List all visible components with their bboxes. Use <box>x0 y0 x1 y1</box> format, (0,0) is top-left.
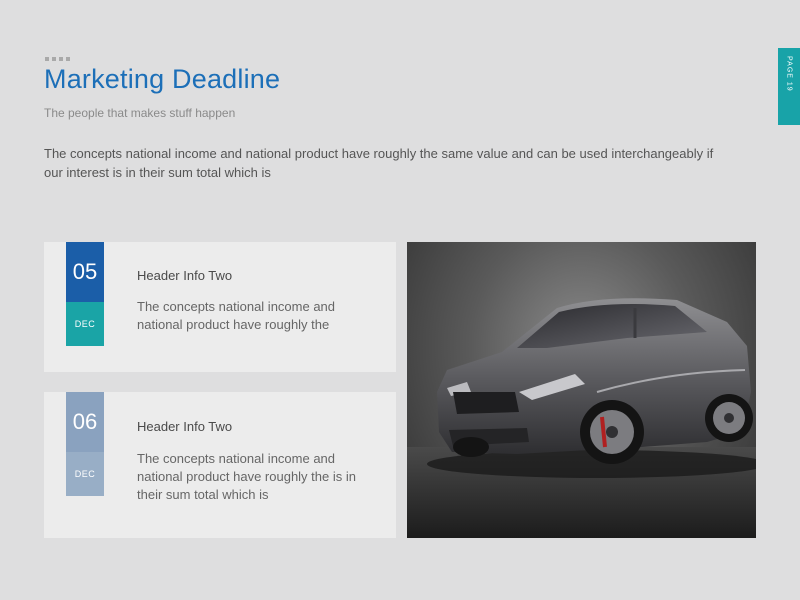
slide-subtitle: The people that makes stuff happen <box>44 106 236 120</box>
date-month-badge: DEC <box>66 302 104 346</box>
slide-title: Marketing Deadline <box>44 64 281 94</box>
deadline-card: 06 DEC Header Info Two The concepts nati… <box>44 392 396 538</box>
date-day-badge: 06 <box>66 392 104 452</box>
card-heading: Header Info Two <box>137 419 233 434</box>
page-number-tab: PAGE 19 <box>778 48 800 125</box>
title-dots-decoration <box>45 57 70 61</box>
intro-paragraph: The concepts national income and nationa… <box>44 146 714 180</box>
deadline-card: 05 DEC Header Info Two The concepts nati… <box>44 242 396 372</box>
card-heading: Header Info Two <box>137 268 233 283</box>
card-body-text: The concepts national income and nationa… <box>137 451 356 502</box>
page-number-label: PAGE 19 <box>785 56 793 92</box>
date-day-badge: 05 <box>66 242 104 302</box>
date-month-badge: DEC <box>66 452 104 496</box>
car-illustration <box>407 298 756 538</box>
card-body-text: The concepts national income and nationa… <box>137 299 336 332</box>
car-photo <box>407 242 756 538</box>
